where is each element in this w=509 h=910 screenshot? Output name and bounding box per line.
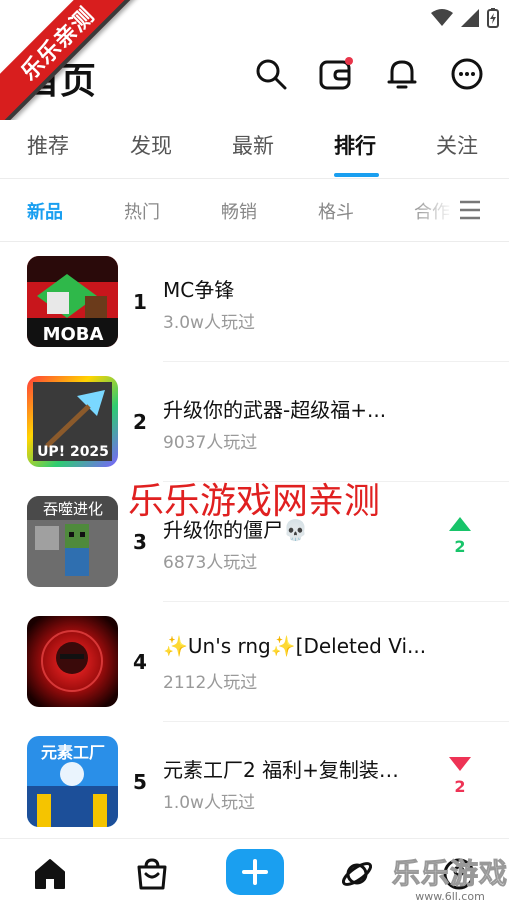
rank-number: 2 [133, 410, 147, 434]
play-count: 1.0w人玩过 [163, 793, 255, 813]
active-tab-indicator [334, 173, 379, 177]
wallet-button[interactable] [318, 56, 354, 92]
rank-number: 5 [133, 770, 147, 794]
subtab-bestselling[interactable]: 畅销 [221, 198, 257, 224]
notification-button[interactable] [384, 56, 420, 92]
svg-text:UP! 2025: UP! 2025 [37, 444, 109, 460]
svg-text:元素工厂: 元素工厂 [41, 743, 105, 762]
nav-store[interactable] [131, 853, 173, 895]
app-header: 首页 [0, 44, 509, 108]
plus-icon [242, 859, 268, 885]
rank-change-up: 2 [448, 516, 472, 556]
game-thumbnail: 元素工厂 [27, 736, 118, 827]
svg-text:吞噬进化: 吞噬进化 [43, 500, 103, 518]
shopping-bag-icon [137, 858, 167, 890]
rank-change-value: 2 [454, 537, 466, 556]
triangle-up-icon [449, 517, 471, 531]
tab-latest[interactable]: 最新 [232, 130, 274, 160]
play-count: 3.0w人玩过 [163, 313, 255, 333]
page-title: 首页 [24, 61, 97, 102]
nav-profile[interactable] [438, 853, 480, 895]
rank-number: 3 [133, 530, 147, 554]
create-button[interactable] [226, 849, 284, 895]
game-thumbnail: UP! 2025 [27, 376, 118, 467]
play-count: 9037人玩过 [163, 433, 258, 453]
subtab-fighting[interactable]: 格斗 [318, 198, 354, 224]
tab-discover[interactable]: 发现 [130, 130, 172, 160]
nav-explore[interactable] [336, 853, 378, 895]
list-item[interactable]: 吞噬进化 3 升级你的僵尸💀 6873人玩过 2 [0, 482, 509, 602]
search-button[interactable] [253, 56, 289, 92]
game-title: 升级你的武器-超级福+... [163, 398, 387, 422]
home-icon [35, 859, 65, 889]
ranking-subtabs: 新品 热门 畅销 格斗 合作 [0, 180, 509, 240]
play-count: 2112人玩过 [163, 673, 258, 693]
bell-icon [387, 60, 417, 89]
message-button[interactable] [449, 56, 485, 92]
subtab-new[interactable]: 新品 [27, 198, 63, 224]
wallet-icon [319, 57, 353, 90]
signal-icon [461, 9, 479, 27]
planet-icon [341, 862, 373, 886]
subtab-hot[interactable]: 热门 [124, 198, 160, 224]
list-item[interactable]: 元素工厂 5 元素工厂2 福利+复制装… 1.0w人玩过 2 [0, 722, 509, 842]
game-thumbnail: 吞噬进化 [27, 496, 118, 587]
bottom-navigation [0, 838, 509, 910]
status-bar [0, 0, 509, 34]
tab-ranking[interactable]: 排行 [334, 130, 376, 160]
list-item[interactable]: 4 ✨Un's rng✨[Deleted Vi... 2112人玩过 [0, 602, 509, 722]
rank-change-down: 2 [448, 756, 472, 796]
game-thumbnail [27, 616, 118, 707]
game-title: 元素工厂2 福利+复制装… [163, 758, 399, 782]
list-item[interactable]: MOBA 1 MC争锋 3.0w人玩过 [0, 242, 509, 362]
main-tabs: 推荐 发现 最新 排行 关注 [0, 118, 509, 178]
svg-text:MOBA: MOBA [43, 324, 104, 345]
tab-recommend[interactable]: 推荐 [27, 130, 69, 160]
chat-icon [451, 58, 483, 90]
tab-following[interactable]: 关注 [436, 130, 478, 160]
game-title: 升级你的僵尸💀 [163, 518, 308, 542]
game-title: MC争锋 [163, 278, 235, 302]
tabs-divider [0, 178, 509, 179]
battery-icon [487, 8, 499, 28]
triangle-down-icon [449, 757, 471, 771]
rank-number: 1 [133, 290, 147, 314]
rank-number: 4 [133, 650, 147, 674]
list-item[interactable]: UP! 2025 2 升级你的武器-超级福+... 9037人玩过 [0, 362, 509, 482]
game-title: ✨Un's rng✨[Deleted Vi... [163, 634, 427, 658]
profile-icon [443, 858, 475, 890]
rank-change-value: 2 [454, 777, 466, 796]
play-count: 6873人玩过 [163, 553, 258, 573]
nav-home[interactable] [29, 853, 71, 895]
game-thumbnail: MOBA [27, 256, 118, 347]
wifi-icon [431, 9, 453, 26]
menu-icon[interactable] [459, 199, 481, 221]
search-icon [256, 59, 287, 90]
